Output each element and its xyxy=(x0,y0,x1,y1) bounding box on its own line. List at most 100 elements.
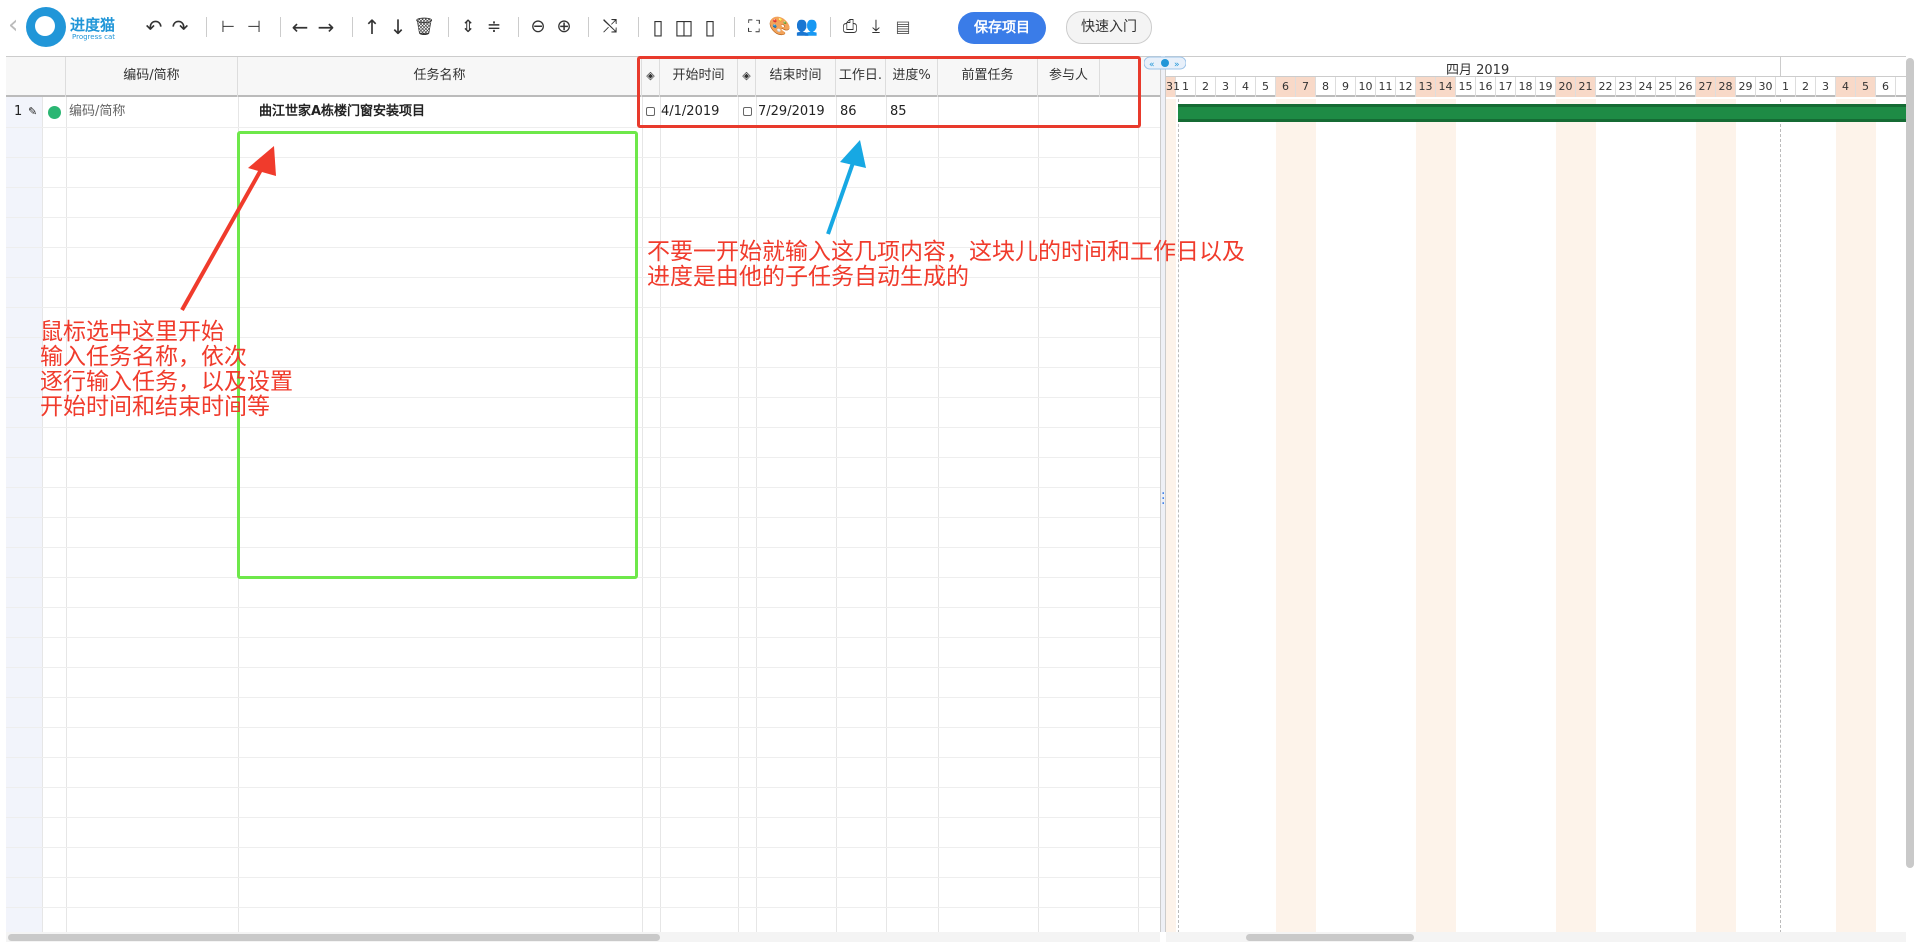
print-icon[interactable]: ⎙ xyxy=(838,14,862,40)
gantt-day-16: 16 xyxy=(1476,77,1496,97)
palette-icon[interactable]: 🎨 xyxy=(768,14,792,40)
column-divider xyxy=(938,97,939,932)
zoom-in-icon[interactable]: ⊕ xyxy=(552,14,576,40)
gantt-day-next-4: 4 xyxy=(1836,77,1856,97)
arrow-left-icon[interactable]: ← xyxy=(288,14,312,40)
grid-scroll-thumb[interactable] xyxy=(8,934,660,941)
layout-left-icon[interactable]: ▯ xyxy=(646,14,670,40)
gantt-day-14: 14 xyxy=(1436,77,1456,97)
header-code[interactable]: 编码/简称 xyxy=(66,57,238,97)
weekend-column xyxy=(1836,99,1856,932)
gantt-day-7: 7 xyxy=(1296,77,1316,97)
gantt-day-23: 23 xyxy=(1616,77,1636,97)
gantt-day-8: 8 xyxy=(1316,77,1336,97)
logo-subtitle: Progress cat xyxy=(72,33,115,41)
row-line xyxy=(6,877,1160,878)
undo-icon[interactable]: ↶ xyxy=(142,14,166,40)
arrow-up-icon[interactable]: ↑ xyxy=(360,14,384,40)
logo-text: 进度猫 xyxy=(70,16,116,34)
fullscreen-icon[interactable]: ⛶ xyxy=(742,14,766,40)
header-task-name[interactable]: 任务名称 xyxy=(238,57,642,97)
row-code[interactable]: 编码/简称 xyxy=(69,97,125,127)
weekend-column xyxy=(1296,99,1316,932)
collapse-rows-icon[interactable]: ≑ xyxy=(482,14,506,40)
gantt-day-next-3: 3 xyxy=(1816,77,1836,97)
month-end-marker xyxy=(1780,99,1781,932)
toolbar-divider xyxy=(206,17,207,37)
gantt-day-4: 4 xyxy=(1236,77,1256,97)
layout-right-icon[interactable]: ▯ xyxy=(698,14,722,40)
link-tasks-icon[interactable]: ⤭ xyxy=(596,14,624,40)
gantt-day-9: 9 xyxy=(1336,77,1356,97)
gantt-vertical-scrollbar[interactable] xyxy=(1906,58,1914,868)
expand-rows-icon[interactable]: ⇕ xyxy=(456,14,480,40)
column-divider xyxy=(738,97,739,932)
quick-start-button[interactable]: 快速入门 xyxy=(1066,11,1152,44)
toolbar-divider xyxy=(588,17,589,37)
zoom-out-icon[interactable]: ⊖ xyxy=(526,14,550,40)
gantt-day-20: 20 xyxy=(1556,77,1576,97)
header-row-number xyxy=(6,57,66,97)
annotation-left-note: 鼠标选中这里开始 输入任务名称，依次 逐行输入任务，以及设置 开始时间和结束时间… xyxy=(40,319,293,420)
status-dot-icon xyxy=(48,106,61,119)
arrow-down-icon[interactable]: ↓ xyxy=(386,14,410,40)
outdent-icon[interactable]: ⊢ xyxy=(216,14,240,40)
download-icon[interactable]: ⤓ xyxy=(864,14,888,40)
splitter-handle-icon[interactable]: · · · xyxy=(1161,487,1165,511)
column-divider xyxy=(1138,97,1139,932)
edit-pencil-icon[interactable]: ✎ xyxy=(28,97,37,127)
row-line xyxy=(6,637,1160,638)
toolbar-divider xyxy=(734,17,735,37)
gantt-day-25: 25 xyxy=(1656,77,1676,97)
gantt-day-5: 5 xyxy=(1256,77,1276,97)
column-divider xyxy=(42,97,43,932)
gantt-day-13: 13 xyxy=(1416,77,1436,97)
weekend-column xyxy=(1556,99,1576,932)
gantt-day-30: 30 xyxy=(1756,77,1776,97)
today-marker xyxy=(1178,99,1179,932)
row-task-name[interactable]: 曲江世家A栋楼门窗安装项目 xyxy=(259,97,425,127)
column-divider xyxy=(886,97,887,932)
gantt-day-next-6: 6 xyxy=(1876,77,1896,97)
column-divider xyxy=(756,97,757,932)
row-number-column xyxy=(6,97,42,932)
trash-icon[interactable]: 🗑 xyxy=(412,14,436,40)
gantt-day-21: 21 xyxy=(1576,77,1596,97)
row-number: 1 xyxy=(14,104,23,119)
weekend-column xyxy=(1416,99,1436,932)
arrow-right-icon[interactable]: → xyxy=(314,14,338,40)
excel-icon[interactable]: ▤ xyxy=(890,14,916,40)
column-divider xyxy=(836,97,837,932)
svg-text:«: « xyxy=(1149,60,1155,70)
gantt-day-12: 12 xyxy=(1396,77,1416,97)
back-chevron-icon[interactable]: ‹ xyxy=(8,12,18,38)
layout-split-icon[interactable]: ◫ xyxy=(672,14,696,40)
row-line xyxy=(6,607,1160,608)
weekend-column xyxy=(1696,99,1716,932)
gantt-day-19: 19 xyxy=(1536,77,1556,97)
row-line xyxy=(6,727,1160,728)
row-line xyxy=(6,847,1160,848)
toolbar-divider xyxy=(518,17,519,37)
gantt-day-28: 28 xyxy=(1716,77,1736,97)
weekend-column xyxy=(1276,99,1296,932)
row-line xyxy=(6,817,1160,818)
gantt-task-bar[interactable] xyxy=(1178,104,1906,122)
gantt-scroll-thumb[interactable] xyxy=(1246,934,1414,941)
gantt-day-2: 2 xyxy=(1196,77,1216,97)
logo-icon xyxy=(26,7,66,47)
gantt-day-11: 11 xyxy=(1376,77,1396,97)
column-divider xyxy=(66,97,67,932)
gantt-nav-control[interactable]: « » xyxy=(1143,56,1187,70)
gantt-day-next-1: 1 xyxy=(1776,77,1796,97)
gantt-day-10: 10 xyxy=(1356,77,1376,97)
indent-icon[interactable]: ⊣ xyxy=(242,14,266,40)
gantt-day-17: 17 xyxy=(1496,77,1516,97)
save-project-button[interactable]: 保存项目 xyxy=(958,12,1046,44)
users-icon[interactable]: 👥 xyxy=(794,14,820,40)
gantt-day-next-2: 2 xyxy=(1796,77,1816,97)
redo-icon[interactable]: ↷ xyxy=(168,14,192,40)
row-line xyxy=(6,667,1160,668)
toolbar-divider xyxy=(830,17,831,37)
month-divider xyxy=(1780,57,1781,77)
